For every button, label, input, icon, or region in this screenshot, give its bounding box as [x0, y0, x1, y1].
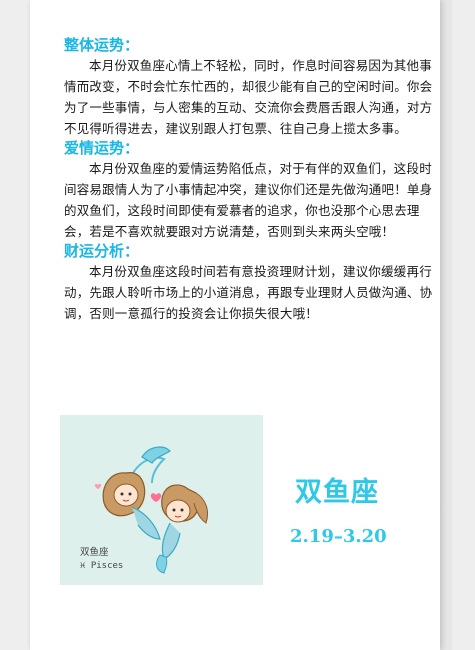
section-text-wealth: 本月份双鱼座这段时间若有意投资理财计划，建议你缓缓再行动，先跟人聆听市场上的小道…	[64, 264, 433, 321]
pisces-twins-drawing	[94, 446, 209, 574]
sign-name: 双鱼座	[295, 477, 379, 508]
horoscope-content: 整体运势： 本月份双鱼座心情上不轻松，同时，作息时间容易因为其他事情而改变，不时…	[64, 36, 436, 324]
section-text-overall: 本月份双鱼座心情上不轻松，同时，作息时间容易因为其他事情而改变，不时会忙东忙西的…	[64, 58, 433, 136]
illustration-label-en: ♓ Pisces	[80, 561, 124, 571]
section-heading-overall: 整体运势：	[64, 36, 140, 54]
section-text-love: 本月份双鱼座的爱情运势陷低点，对于有伴的双鱼们，这段时间容易跟情人为了小事情起冲…	[64, 161, 433, 239]
section-heading-love: 爱情运势：	[64, 139, 140, 157]
section-heading-wealth: 财运分析：	[64, 242, 140, 260]
illustration-label-cn: 双鱼座	[80, 547, 109, 558]
pisces-illustration: 双鱼座 ♓ Pisces	[60, 415, 263, 585]
sign-dates: 2.19–3.20	[290, 526, 387, 547]
